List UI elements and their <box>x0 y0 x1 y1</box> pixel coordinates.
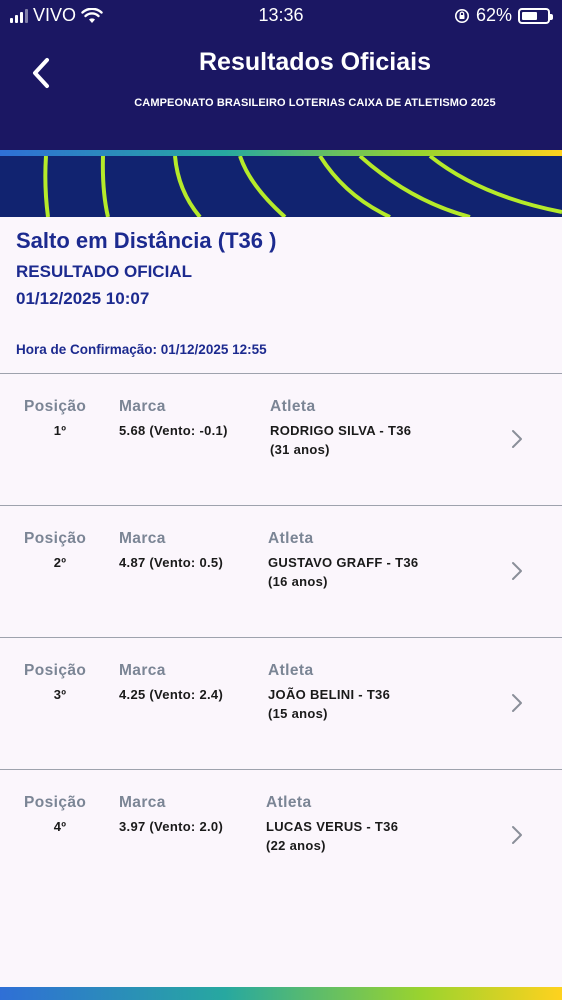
athlete-age: (22 anos) <box>266 838 326 853</box>
result-row-1[interactable]: Posição 1º Marca 5.68 (Vento: -0.1) Atle… <box>0 374 562 505</box>
status-right: 62% <box>454 5 553 26</box>
result-row-2[interactable]: Posição 2º Marca 4.87 (Vento: 0.5) Atlet… <box>0 506 562 637</box>
position-value: 4º <box>53 819 67 834</box>
mark-column: Marca 4.25 (Vento: 2.4) <box>119 662 259 704</box>
athlete-column: Atleta JOÃO BELINI - T36 (15 anos) <box>268 662 488 723</box>
chevron-right-icon[interactable] <box>510 692 524 714</box>
athlete-column: Atleta GUSTAVO GRAFF - T36 (16 anos) <box>268 530 488 591</box>
position-value: 1º <box>53 423 67 438</box>
mark-column: Marca 3.97 (Vento: 2.0) <box>119 794 259 836</box>
battery-icon <box>518 7 553 24</box>
championship-subtitle: CAMPEONATO BRASILEIRO LOTERIAS CAIXA DE … <box>134 97 496 109</box>
athlete-label: Atleta <box>270 398 316 415</box>
event-name: Salto em Distância (T36 ) <box>16 228 277 253</box>
mark-value: 4.87 (Vento: 0.5) <box>119 555 224 570</box>
event-info: Salto em Distância (T36 ) RESULTADO OFIC… <box>16 228 546 309</box>
athlete-name: GUSTAVO GRAFF - T36 <box>268 555 419 570</box>
position-label: Posição <box>24 794 87 811</box>
track-banner <box>0 156 562 217</box>
athlete-label: Atleta <box>266 794 312 811</box>
athlete-age: (16 anos) <box>268 574 328 589</box>
athlete-name: JOÃO BELINI - T36 <box>268 687 391 702</box>
result-row-3[interactable]: Posição 3º Marca 4.25 (Vento: 2.4) Atlet… <box>0 638 562 769</box>
back-chevron-icon[interactable] <box>26 54 58 92</box>
rotation-lock-icon <box>454 8 469 23</box>
bottom-color-stripe <box>0 987 562 1000</box>
mark-label: Marca <box>119 398 166 415</box>
athlete-age: (31 anos) <box>270 442 330 457</box>
result-row-4[interactable]: Posição 4º Marca 3.97 (Vento: 2.0) Atlet… <box>0 770 562 901</box>
mark-column: Marca 5.68 (Vento: -0.1) <box>119 398 259 440</box>
athlete-name: RODRIGO SILVA - T36 <box>270 423 412 438</box>
position-label: Posição <box>24 398 87 415</box>
position-column: Posição 3º <box>24 662 104 704</box>
chevron-right-icon[interactable] <box>510 824 524 846</box>
chevron-right-icon[interactable] <box>510 428 524 450</box>
position-column: Posição 4º <box>24 794 104 836</box>
position-value: 2º <box>53 555 67 570</box>
event-datetime: 01/12/2025 10:07 <box>16 289 150 308</box>
athlete-name: LUCAS VERUS - T36 <box>266 819 399 834</box>
mark-value: 5.68 (Vento: -0.1) <box>119 423 228 438</box>
confirmation-time: Hora de Confirmação: 01/12/2025 12:55 <box>16 342 267 357</box>
mark-label: Marca <box>119 662 166 679</box>
result-status: RESULTADO OFICIAL <box>16 262 192 281</box>
athlete-label: Atleta <box>268 662 314 679</box>
athlete-column: Atleta LUCAS VERUS - T36 (22 anos) <box>266 794 486 855</box>
athlete-label: Atleta <box>268 530 314 547</box>
mark-label: Marca <box>119 530 166 547</box>
position-column: Posição 1º <box>24 398 104 440</box>
page-title: Resultados Oficiais <box>198 48 432 76</box>
position-label: Posição <box>24 530 87 547</box>
battery-percent: 62% <box>475 5 512 25</box>
athlete-age: (15 anos) <box>268 706 328 721</box>
position-column: Posição 2º <box>24 530 104 572</box>
status-bar: VIVO 13:36 62% <box>0 0 562 34</box>
athlete-column: Atleta RODRIGO SILVA - T36 (31 anos) <box>270 398 490 459</box>
position-label: Posição <box>24 662 87 679</box>
mark-value: 4.25 (Vento: 2.4) <box>119 687 224 702</box>
track-lines-graphic <box>43 156 562 217</box>
chevron-right-icon[interactable] <box>510 560 524 582</box>
position-value: 3º <box>53 687 67 702</box>
mark-value: 3.97 (Vento: 2.0) <box>119 819 224 834</box>
mark-column: Marca 4.87 (Vento: 0.5) <box>119 530 259 572</box>
app-header: VIVO 13:36 62% Resultados Oficiais CAMPE… <box>0 0 562 150</box>
mark-label: Marca <box>119 794 166 811</box>
